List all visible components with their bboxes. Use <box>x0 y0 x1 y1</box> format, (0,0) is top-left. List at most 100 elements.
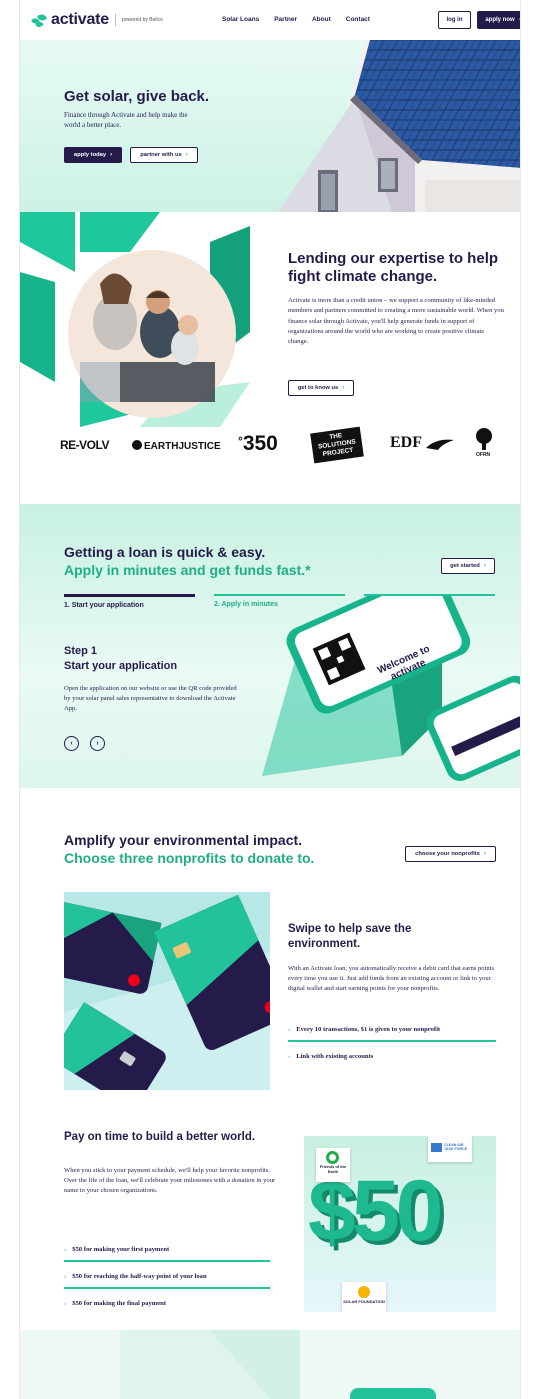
logo-earthjustice: EARTHJUSTICE <box>132 440 221 452</box>
pay-item-3: › $50 for making the final payment <box>64 1300 166 1307</box>
phones-illustration <box>262 596 520 781</box>
chevron-right-icon: › <box>64 1300 67 1307</box>
logo-350: °350 <box>238 432 278 456</box>
chevron-right-icon: › <box>342 385 345 391</box>
badge-solar-foundation: SOLAR FOUNDATION <box>342 1282 386 1312</box>
badge-friends-of-earth: Friends of the Earth <box>316 1148 350 1182</box>
get-to-know-us-label: get to know us <box>297 385 339 391</box>
choose-nonprofits-label: choose your nonprofits <box>415 851 480 857</box>
step-body: Open the application on our website or u… <box>64 685 237 712</box>
step-title: Start your application <box>64 660 178 672</box>
loan-section: Getting a loan is quick & easy. Apply in… <box>20 504 520 788</box>
divider <box>64 1260 270 1262</box>
family-photo-graphic <box>20 212 250 427</box>
earthjustice-circle-icon <box>132 440 142 450</box>
decorative-shapes <box>120 1330 436 1399</box>
leaf-logo-icon <box>30 12 48 29</box>
swipe-item-1: › Every 10 transactions, $1 is given to y… <box>288 1026 440 1033</box>
tab-step-1[interactable]: 1. Start your application <box>64 594 195 609</box>
chevron-right-icon: › <box>483 851 486 857</box>
step-1-label: 1. Start your application <box>64 602 144 609</box>
debit-cards-image <box>64 892 270 1090</box>
nav-partner[interactable]: Partner <box>274 16 297 23</box>
hero: Get solar, give back. Finance through Ac… <box>20 40 520 212</box>
chevron-left-icon: ‹ <box>70 740 73 747</box>
ofrn-tree-icon <box>476 428 492 450</box>
logo[interactable]: activate powered by Bellco <box>30 11 163 29</box>
apply-now-button[interactable]: apply now › <box>477 11 521 29</box>
logo-edf: EDF <box>390 434 422 451</box>
chevron-right-icon: › <box>518 17 521 23</box>
swipe-item-2: › Link with existing accounts <box>288 1053 373 1060</box>
amplify-heading: Amplify your environmental impact. <box>64 832 303 848</box>
swipe-item-1-text: Every 10 transactions, $1 is given to yo… <box>296 1026 441 1033</box>
apply-today-button[interactable]: apply today › <box>64 147 122 163</box>
apply-today-label: apply today <box>73 152 107 158</box>
chevron-right-icon: › <box>185 152 188 158</box>
next-arrow-button[interactable]: › <box>90 736 105 751</box>
chevron-right-icon: › <box>483 563 486 569</box>
pay-item-2-text: $50 for reaching the half-way point of y… <box>72 1273 207 1280</box>
partner-label: partner with us <box>140 152 182 158</box>
solar-text: SOLAR FOUNDATION <box>343 1299 385 1304</box>
prev-arrow-button[interactable]: ‹ <box>64 736 79 751</box>
amplify-subheading: Choose three nonprofits to donate to. <box>64 850 315 866</box>
top-nav: activate powered by Bellco Solar Loans P… <box>20 0 521 40</box>
hero-title: Get solar, give back. <box>64 88 210 105</box>
nav-about[interactable]: About <box>312 16 331 23</box>
chevron-right-icon: › <box>96 740 99 747</box>
login-button[interactable]: log in <box>438 11 471 29</box>
divider <box>64 1287 270 1289</box>
step-heading: Step 1 Start your application <box>64 644 177 674</box>
logo-solutions-project: THE SOLUTIONS PROJECT <box>310 426 364 464</box>
clean-air-text: CLEAN AIR TASK FORCE <box>444 1143 468 1151</box>
chevron-right-icon: › <box>64 1273 67 1280</box>
chevron-right-icon: › <box>64 1246 67 1253</box>
sun-icon <box>358 1286 370 1298</box>
friends-circle-icon <box>326 1151 339 1164</box>
page: activate powered by Bellco Solar Loans P… <box>19 0 521 1399</box>
apply-now-label: apply now <box>485 17 515 23</box>
friends-text: Friends of the Earth <box>319 1164 347 1174</box>
badge-clean-air: CLEAN AIR TASK FORCE <box>428 1136 472 1162</box>
edf-bird-icon <box>426 439 454 450</box>
amplify-section: Amplify your environmental impact. Choos… <box>20 788 520 1328</box>
pay-item-3-text: $50 for making the final payment <box>72 1300 167 1307</box>
get-started-button[interactable]: get started › <box>441 558 495 574</box>
donation-graphic: $50 Friends of the Earth CLEAN AIR TASK … <box>304 1136 496 1312</box>
chevron-right-icon: › <box>288 1026 291 1033</box>
swipe-item-2-text: Link with existing accounts <box>296 1053 374 1060</box>
partner-logos: RE-VOLV EARTHJUSTICE °350 THE SOLUTIONS … <box>60 426 500 468</box>
hero-subtitle: Finance through Activate and help make t… <box>64 111 188 129</box>
clean-air-icon <box>431 1143 442 1152</box>
chevron-right-icon: › <box>288 1053 291 1060</box>
lending-section: Lending our expertise to help fight clim… <box>20 212 520 504</box>
logo-ofrn: OFRN <box>476 452 491 458</box>
lending-body: Activate is more than a credit union – w… <box>288 297 504 346</box>
350-text: 350 <box>242 432 278 455</box>
nav-solar-loans[interactable]: Solar Loans <box>222 16 259 23</box>
divider <box>288 1040 496 1042</box>
logo-revolv: RE-VOLV <box>60 438 109 452</box>
nav-links: Solar Loans Partner About Contact <box>222 16 370 23</box>
next-section-preview <box>20 1330 520 1399</box>
pay-title: Pay on time to build a better world. <box>64 1131 256 1143</box>
lending-title: Lending our expertise to help fight clim… <box>288 250 499 285</box>
loan-subheading: Apply in minutes and get funds fast.* <box>64 562 311 578</box>
get-started-label: get started <box>450 563 480 569</box>
loan-heading: Getting a loan is quick & easy. <box>64 544 266 560</box>
choose-nonprofits-button[interactable]: choose your nonprofits › <box>405 846 496 862</box>
powered-by: powered by Bellco <box>122 17 163 23</box>
earthjustice-text: EARTHJUSTICE <box>144 441 221 452</box>
swipe-body: With an Activate loan, you automatically… <box>288 965 495 992</box>
chevron-right-icon: › <box>110 152 113 158</box>
swipe-title: Swipe to help save the environment. <box>288 923 412 950</box>
partner-with-us-button[interactable]: partner with us › <box>130 147 198 163</box>
step-number: Step 1 <box>64 645 98 657</box>
get-to-know-us-button[interactable]: get to know us › <box>288 380 354 396</box>
pay-item-2: › $50 for reaching the half-way point of … <box>64 1273 207 1280</box>
pay-item-1-text: $50 for making your first payment <box>72 1246 170 1253</box>
logo-text: activate <box>51 11 109 28</box>
pay-item-1: › $50 for making your first payment <box>64 1246 169 1253</box>
nav-contact[interactable]: Contact <box>346 16 370 23</box>
